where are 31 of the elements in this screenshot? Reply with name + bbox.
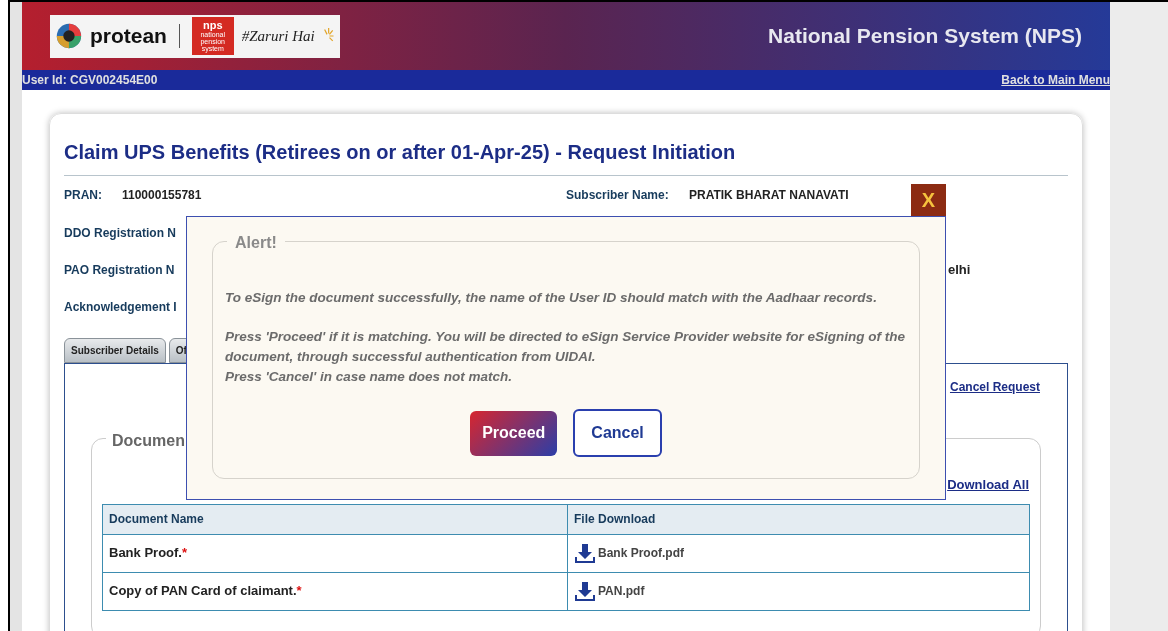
alert-message: Press 'Proceed' if it is matching. You will be directed to eSign Service Provider website for eSigning of the document, through successful authentication from UIDAI. xyxy=(225,328,907,366)
cancel-button[interactable]: Cancel xyxy=(573,409,662,457)
back-link[interactable]: Back to Main Menu xyxy=(1001,71,1110,89)
file-link[interactable]: PAN.pdf xyxy=(598,582,645,600)
field-label: DDO Registration N xyxy=(64,224,176,242)
column-header: Document Name xyxy=(102,504,568,534)
brand-name: protean xyxy=(89,23,167,50)
page-title: Claim UPS Benefits (Retirees on or after 01-Apr-25) - Request Initiation xyxy=(64,140,1068,176)
download-all-link[interactable]: Download All xyxy=(947,475,1029,495)
site-title: National Pension System (NPS) xyxy=(768,23,1082,50)
document-name: Bank Proof.* xyxy=(109,545,188,561)
field-label: PRAN: xyxy=(64,187,103,204)
field-label: Acknowledgement I xyxy=(64,298,177,316)
tab[interactable]: Subscriber Details xyxy=(64,338,166,363)
download-icon[interactable] xyxy=(574,580,596,602)
document-name: Copy of PAN Card of claimant.* xyxy=(109,583,302,599)
tagline: #Zaruri Hai xyxy=(241,26,315,46)
close-button[interactable]: X xyxy=(911,184,946,216)
cancel-request-link[interactable]: Cancel Request xyxy=(949,378,1040,396)
column-header: File Download xyxy=(567,504,1030,534)
alert-message: To eSign the document successfully, the name of the User ID should match with the Aadhaar records. xyxy=(225,289,878,307)
field-value: PRATIK BHARAT NANAVATI xyxy=(689,187,849,204)
proceed-button[interactable]: Proceed xyxy=(470,410,558,456)
field-label: Subscriber Name: xyxy=(566,187,670,204)
download-icon[interactable] xyxy=(574,542,596,564)
user-id: User Id: CGV002454E00 xyxy=(22,72,158,89)
field-value: elhi xyxy=(948,260,971,279)
field-value: 110000155781 xyxy=(122,187,203,204)
alert-message: Press 'Cancel' in case name does not match. xyxy=(225,368,514,386)
field-label: PAO Registration N xyxy=(64,261,175,279)
file-link[interactable]: Bank Proof.pdf xyxy=(598,544,684,562)
